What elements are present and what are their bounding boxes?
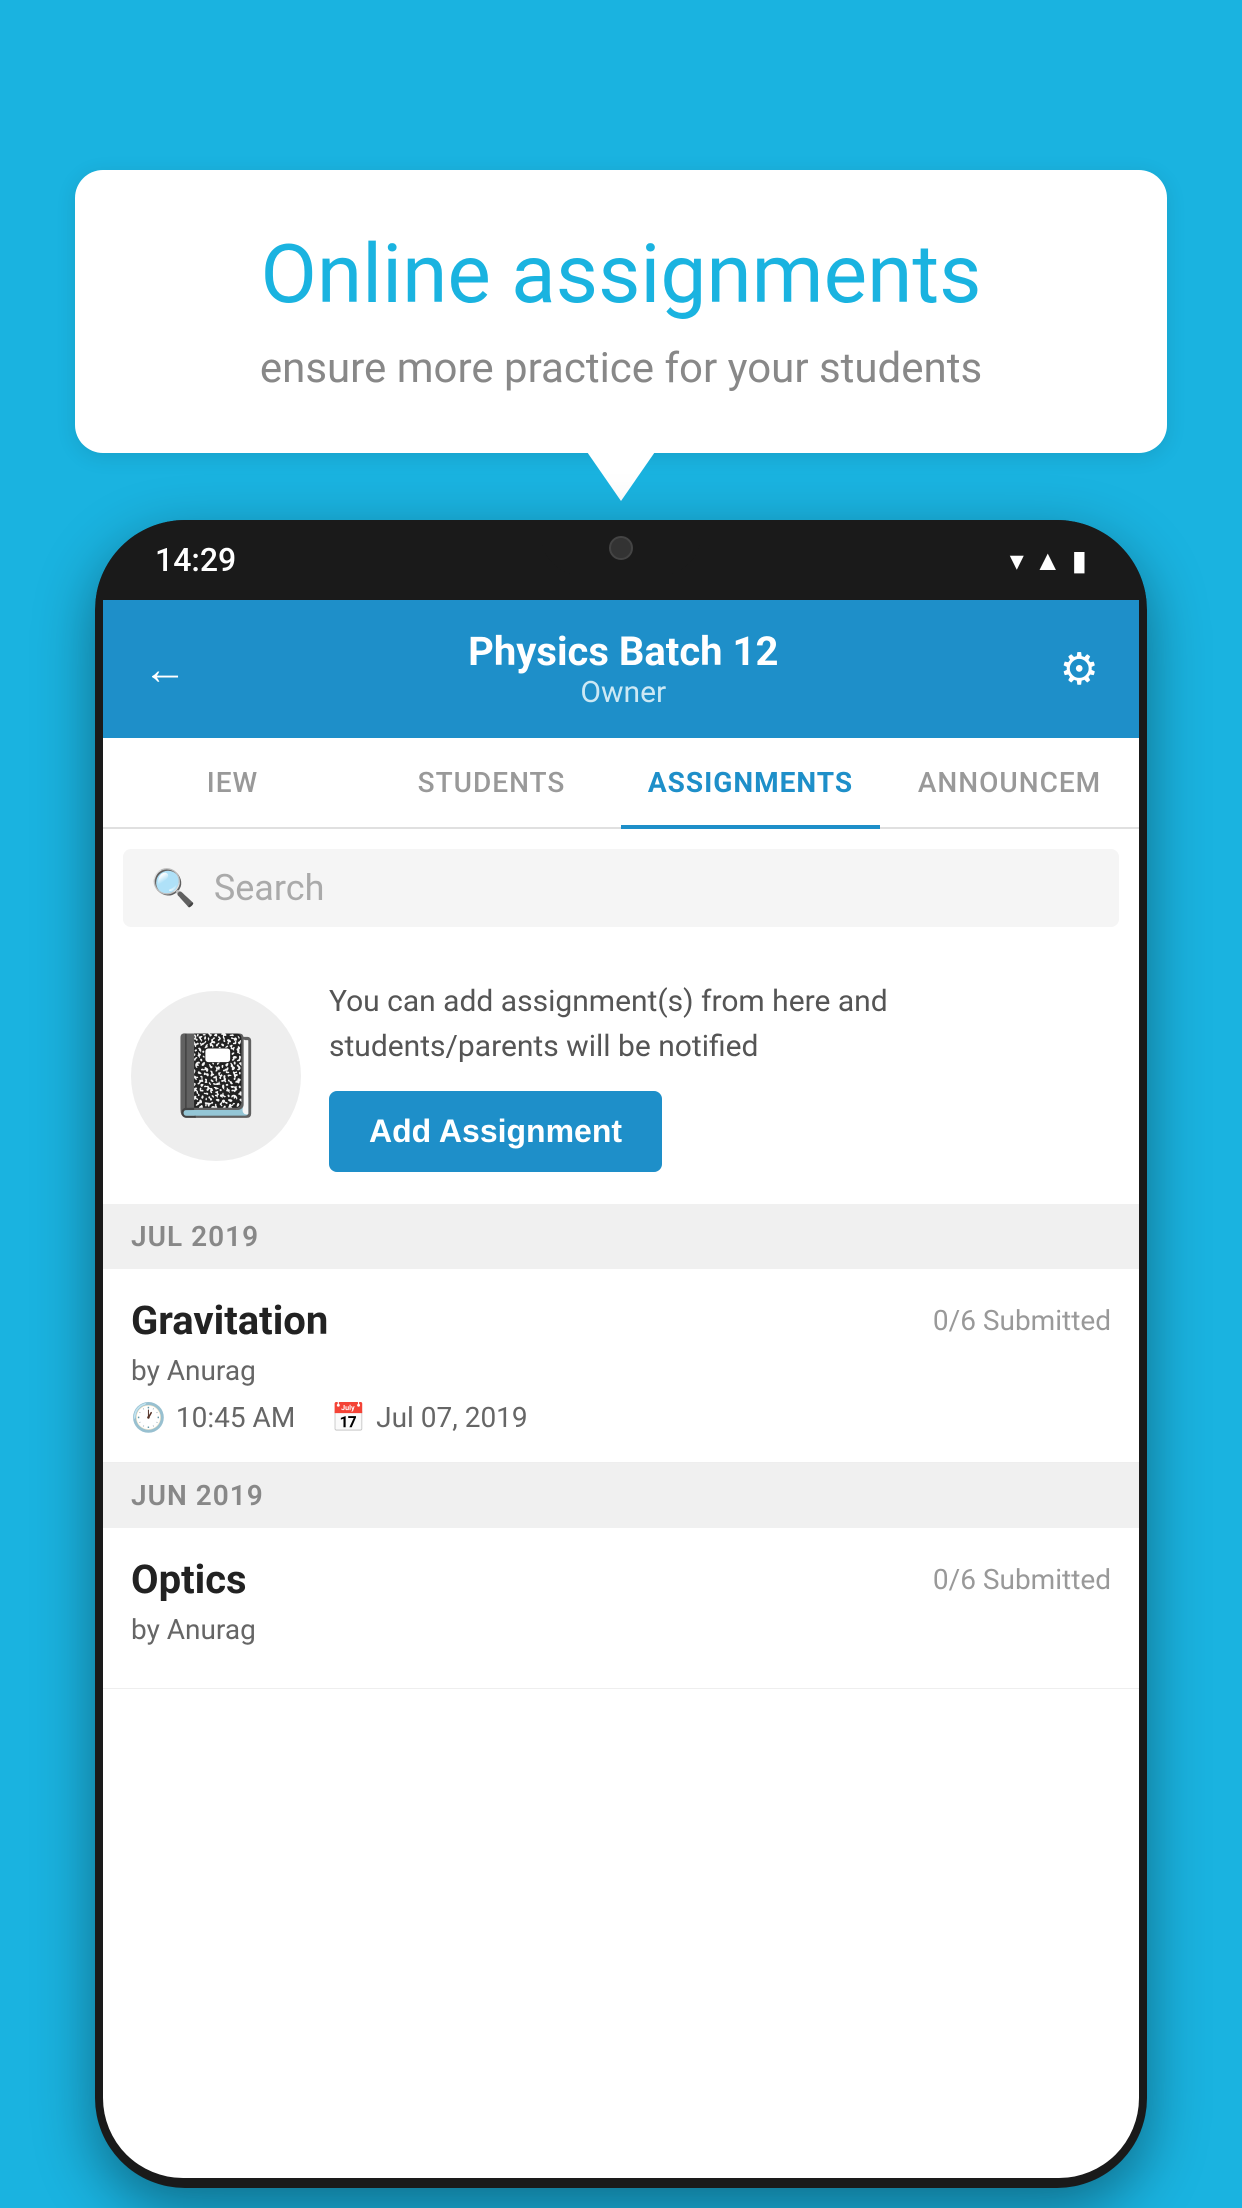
app-header: ← Physics Batch 12 Owner ⚙ xyxy=(103,600,1139,738)
tab-announcements[interactable]: ANNOUNCEM xyxy=(880,738,1139,827)
assignment-submitted-optics: 0/6 Submitted xyxy=(933,1563,1111,1596)
tab-assignments[interactable]: ASSIGNMENTS xyxy=(621,738,880,827)
assignment-item-gravitation[interactable]: Gravitation 0/6 Submitted by Anurag 🕐 10… xyxy=(103,1269,1139,1463)
search-bar[interactable]: 🔍 Search xyxy=(123,849,1119,927)
section-header-jun: JUN 2019 xyxy=(103,1463,1139,1528)
time-display: 14:29 xyxy=(155,541,236,579)
assignment-name-optics: Optics xyxy=(131,1556,247,1603)
settings-button[interactable]: ⚙ xyxy=(1060,643,1099,695)
promo-description: You can add assignment(s) from here and … xyxy=(329,979,1111,1069)
search-input-placeholder: Search xyxy=(214,867,325,909)
tabs-bar: IEW STUDENTS ASSIGNMENTS ANNOUNCEM xyxy=(103,738,1139,829)
notch xyxy=(541,520,701,575)
front-camera xyxy=(609,536,633,560)
assignment-date: Jul 07, 2019 xyxy=(376,1401,528,1434)
calendar-icon: 📅 xyxy=(331,1401,366,1434)
battery-icon: ▮ xyxy=(1072,544,1087,577)
assignment-time-item: 🕐 10:45 AM xyxy=(131,1401,295,1434)
wifi-icon: ▾ xyxy=(1010,544,1024,577)
speech-bubble-container: Online assignments ensure more practice … xyxy=(75,170,1167,453)
clock-icon: 🕐 xyxy=(131,1401,166,1434)
section-label-jun: JUN 2019 xyxy=(131,1479,264,1512)
tab-iew[interactable]: IEW xyxy=(103,738,362,827)
tab-students[interactable]: STUDENTS xyxy=(362,738,621,827)
assignment-submitted-gravitation: 0/6 Submitted xyxy=(933,1304,1111,1337)
status-bar: 14:29 ▾ ▲ ▮ xyxy=(95,520,1147,600)
add-assignment-button[interactable]: Add Assignment xyxy=(329,1091,662,1172)
section-header-jul: JUL 2019 xyxy=(103,1204,1139,1269)
assignment-top-row: Gravitation 0/6 Submitted xyxy=(131,1297,1111,1344)
promo-text-block: You can add assignment(s) from here and … xyxy=(329,979,1111,1172)
assignment-item-optics[interactable]: Optics 0/6 Submitted by Anurag xyxy=(103,1528,1139,1689)
search-bar-wrapper: 🔍 Search xyxy=(103,829,1139,947)
signal-icon: ▲ xyxy=(1034,544,1062,577)
promo-icon-circle: 📓 xyxy=(131,991,301,1161)
speech-bubble-subtitle: ensure more practice for your students xyxy=(145,344,1097,393)
header-title-block: Physics Batch 12 Owner xyxy=(187,628,1060,710)
assignment-author-optics: by Anurag xyxy=(131,1613,1111,1646)
assignment-meta-row-gravitation: 🕐 10:45 AM 📅 Jul 07, 2019 xyxy=(131,1401,1111,1434)
assignment-name-gravitation: Gravitation xyxy=(131,1297,328,1344)
header-subtitle: Owner xyxy=(187,675,1060,710)
promo-block: 📓 You can add assignment(s) from here an… xyxy=(103,947,1139,1204)
speech-bubble: Online assignments ensure more practice … xyxy=(75,170,1167,453)
assignment-author-gravitation: by Anurag xyxy=(131,1354,1111,1387)
phone-frame: 14:29 ▾ ▲ ▮ ← Physics Batch 12 Owner ⚙ I… xyxy=(95,520,1147,2188)
notebook-icon: 📓 xyxy=(166,1029,266,1123)
assignment-time: 10:45 AM xyxy=(176,1401,295,1434)
speech-bubble-title: Online assignments xyxy=(145,230,1097,320)
section-label-jul: JUL 2019 xyxy=(131,1220,259,1253)
search-icon: 🔍 xyxy=(151,867,196,909)
header-title: Physics Batch 12 xyxy=(187,628,1060,675)
assignment-top-row-optics: Optics 0/6 Submitted xyxy=(131,1556,1111,1603)
assignment-date-item: 📅 Jul 07, 2019 xyxy=(331,1401,527,1434)
back-button[interactable]: ← xyxy=(143,643,187,695)
status-icons: ▾ ▲ ▮ xyxy=(1010,544,1087,577)
phone-screen: ← Physics Batch 12 Owner ⚙ IEW STUDENTS … xyxy=(103,600,1139,2178)
